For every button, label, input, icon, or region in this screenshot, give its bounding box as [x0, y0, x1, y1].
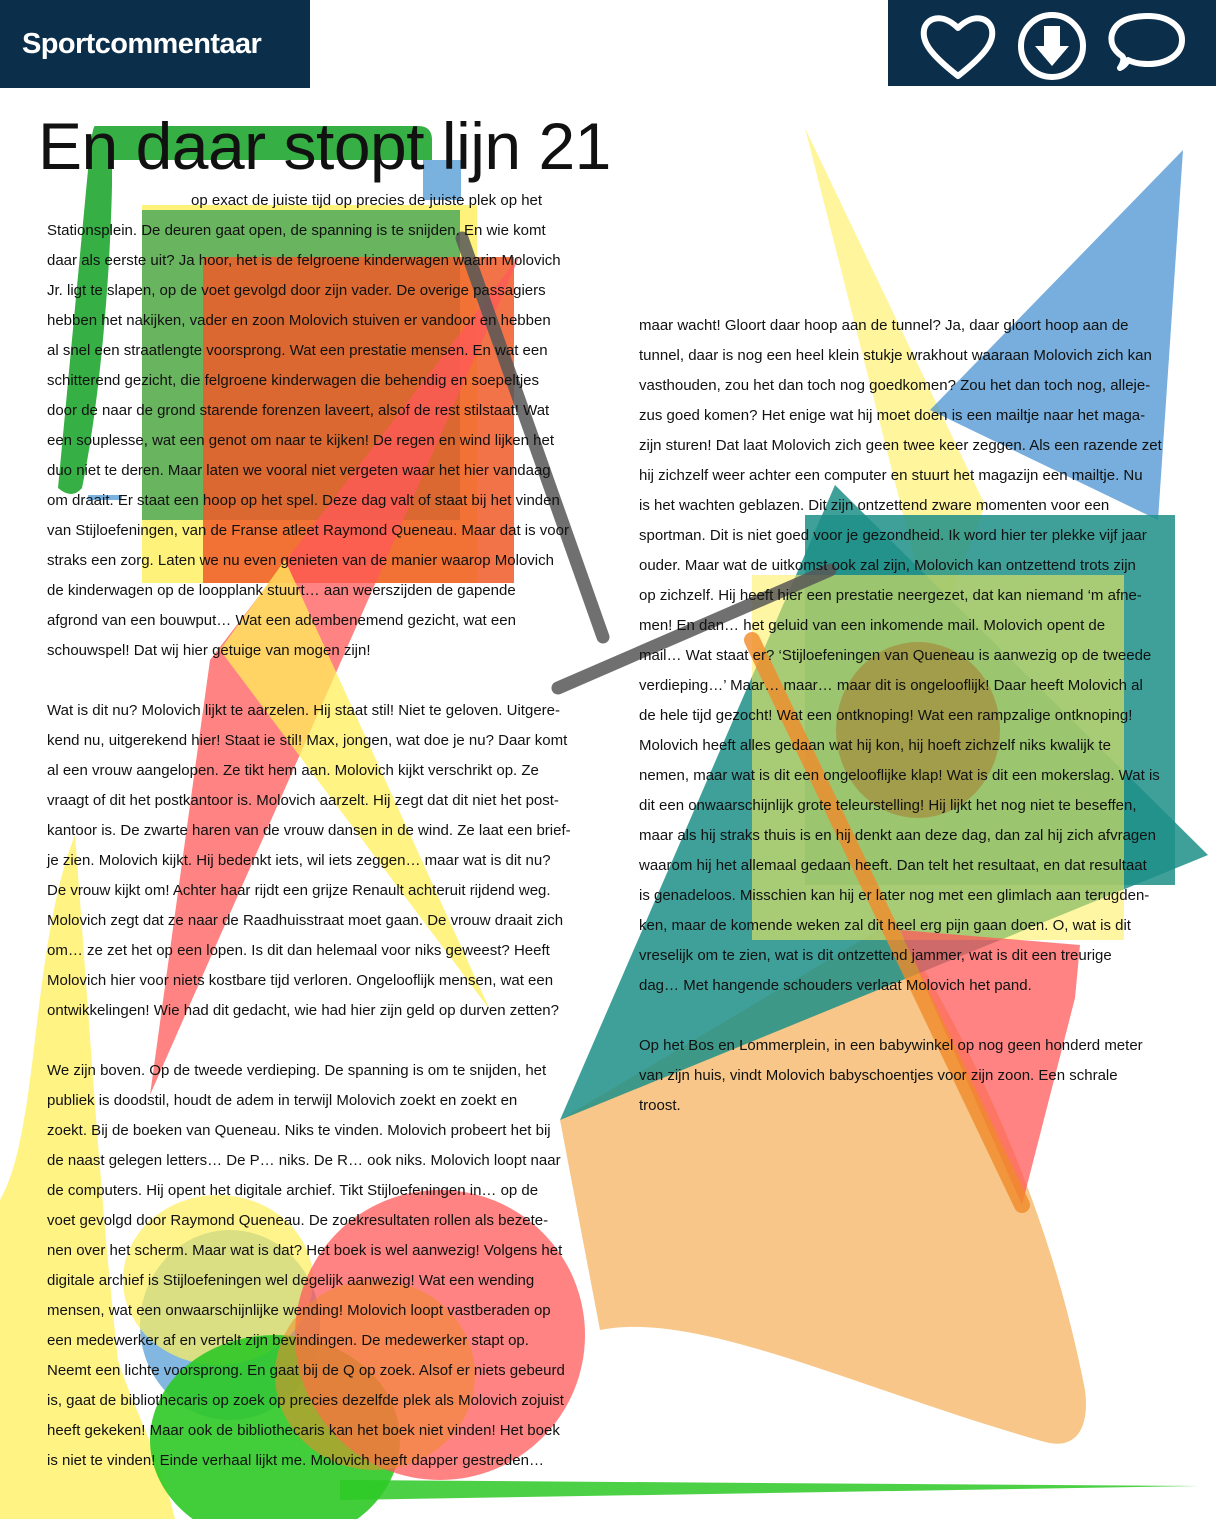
- article-column-right: maar wacht! Gloort daar hoop aan de tunn…: [639, 311, 1194, 1121]
- paragraph: Wat is dit nu? Molovich lijkt te aarzele…: [47, 702, 571, 1019]
- brand-logo[interactable]: Sportcommentaar: [0, 0, 310, 88]
- like-button[interactable]: [918, 10, 998, 82]
- heart-icon: [920, 15, 996, 79]
- action-bar: [888, 0, 1216, 86]
- speech-bubble-icon: [1108, 13, 1185, 71]
- download-button[interactable]: [1012, 10, 1092, 82]
- article-column-left: op exact de juiste tijd op precies de ju…: [47, 186, 607, 1476]
- download-icon: [1018, 12, 1086, 80]
- paragraph: op exact de juiste tijd op precies de ju…: [47, 192, 569, 659]
- article-title: En daar stopt lijn 21: [38, 109, 611, 183]
- comment-button[interactable]: [1106, 10, 1186, 82]
- paragraph: Op het Bos en Lommerplein, in een babywi…: [639, 1037, 1143, 1114]
- brand-name: Sportcommentaar: [22, 27, 262, 60]
- paragraph: We zijn boven. Op de tweede verdieping. …: [47, 1062, 565, 1469]
- green-sliver-shape: [340, 1480, 1200, 1500]
- paragraph: maar wacht! Gloort daar hoop aan de tunn…: [639, 317, 1162, 994]
